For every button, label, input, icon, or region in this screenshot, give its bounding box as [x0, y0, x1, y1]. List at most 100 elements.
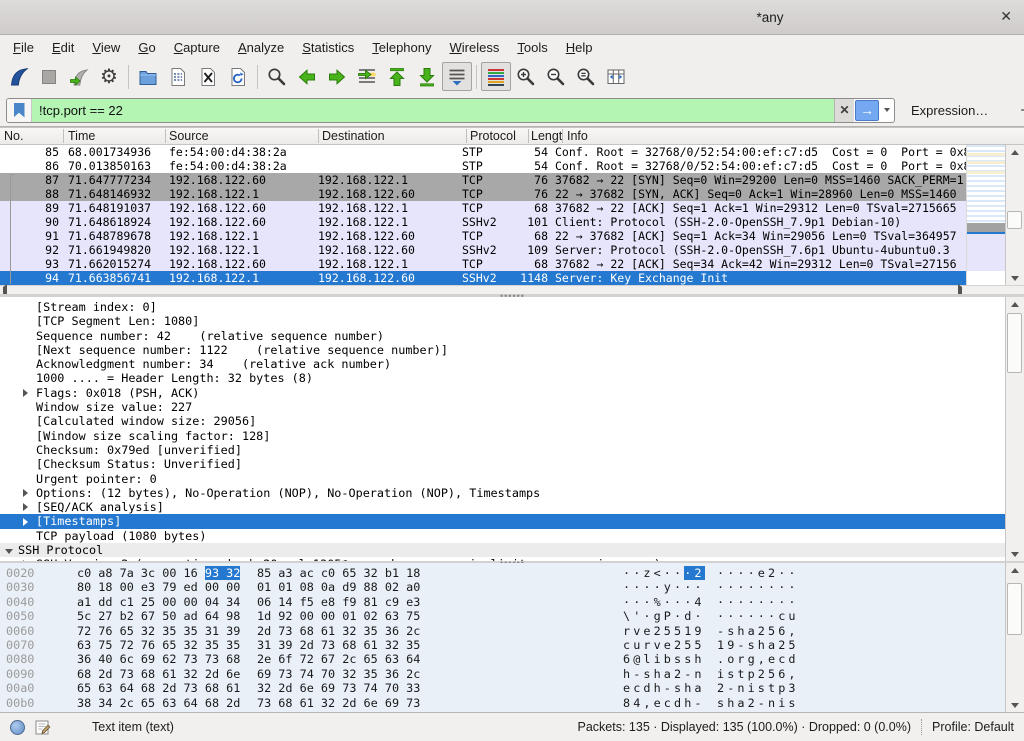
zoom-out-icon[interactable]	[541, 62, 571, 91]
detail-line[interactable]: [SEQ/ACK analysis]	[0, 500, 1007, 514]
scrollbar-thumb[interactable]	[1007, 313, 1022, 373]
hex-row-0050[interactable]: 00505c 27 b2 67 50 ad 64 981d 92 00 00 0…	[0, 609, 1024, 623]
close-file-icon[interactable]	[193, 62, 223, 91]
capture-options-icon[interactable]: ⚙	[94, 62, 124, 91]
column-header-info[interactable]: Info	[567, 129, 588, 143]
clear-filter-icon[interactable]: ✕	[834, 99, 854, 122]
collapsed-arrow-icon[interactable]	[23, 500, 36, 514]
bytes-scrollbar[interactable]	[1005, 563, 1024, 712]
menu-telephony[interactable]: Telephony	[363, 37, 440, 58]
hex-row-0090[interactable]: 009068 2d 73 68 61 32 2d 6e69 73 74 70 3…	[0, 667, 1024, 681]
hex-row-00b0[interactable]: 00b038 34 2c 65 63 64 68 2d73 68 61 32 2…	[0, 696, 1024, 710]
hex-row-00a0[interactable]: 00a065 63 64 68 2d 73 68 6132 2d 6e 69 7…	[0, 681, 1024, 695]
column-divider[interactable]	[562, 129, 563, 143]
menu-help[interactable]: Help	[557, 37, 602, 58]
column-header-no[interactable]: No.	[4, 129, 23, 143]
detail-line[interactable]: Window size value: 227	[0, 400, 1007, 414]
detail-line[interactable]: Acknowledgment number: 34 (relative ack …	[0, 357, 1007, 371]
scroll-up-icon[interactable]	[1006, 297, 1024, 311]
packet-row-87[interactable]: 8771.647777234192.168.122.60192.168.122.…	[0, 173, 966, 187]
go-to-packet-icon[interactable]	[352, 62, 382, 91]
scroll-up-icon[interactable]	[1006, 563, 1024, 577]
stop-capture-icon[interactable]	[34, 62, 64, 91]
previous-packet-icon[interactable]	[292, 62, 322, 91]
hex-row-0020[interactable]: 0020c0 a8 7a 3c 00 16 93 3285 a3 ac c0 6…	[0, 566, 1024, 580]
detail-line[interactable]: [TCP Segment Len: 1080]	[0, 314, 1007, 328]
collapsed-arrow-icon[interactable]	[23, 514, 36, 528]
detail-line[interactable]: SSH Protocol	[0, 543, 1007, 557]
detail-line[interactable]: [Checksum Status: Unverified]	[0, 457, 1007, 471]
detail-line[interactable]: [Next sequence number: 1122 (relative se…	[0, 343, 1007, 357]
column-divider[interactable]	[165, 129, 166, 143]
packet-row-91[interactable]: 9171.648789678192.168.122.1192.168.122.6…	[0, 229, 966, 243]
detail-line[interactable]: [Stream index: 0]	[0, 300, 1007, 314]
add-filter-button[interactable]: +	[1014, 102, 1024, 119]
apply-filter-icon[interactable]: →	[855, 100, 879, 121]
zoom-in-icon[interactable]	[511, 62, 541, 91]
column-divider[interactable]	[528, 129, 529, 143]
start-capture-icon[interactable]	[4, 62, 34, 91]
packet-row-92[interactable]: 9271.661949820192.168.122.1192.168.122.6…	[0, 243, 966, 257]
filter-history-dropdown[interactable]	[880, 99, 894, 122]
expanded-arrow-icon[interactable]	[5, 543, 18, 557]
detail-line[interactable]: Sequence number: 42 (relative sequence n…	[0, 329, 1007, 343]
last-packet-icon[interactable]	[412, 62, 442, 91]
detail-line[interactable]: Checksum: 0x79ed [unverified]	[0, 443, 1007, 457]
hex-row-0030[interactable]: 003080 18 00 e3 79 ed 00 0001 01 08 0a d…	[0, 580, 1024, 594]
packet-row-88[interactable]: 8871.648146932192.168.122.1192.168.122.6…	[0, 187, 966, 201]
column-header-source[interactable]: Source	[169, 129, 209, 143]
details-scrollbar[interactable]	[1005, 297, 1024, 561]
scrollbar-thumb[interactable]	[1007, 211, 1022, 229]
menu-view[interactable]: View	[83, 37, 129, 58]
hex-row-0040[interactable]: 0040a1 dd c1 25 00 00 04 3406 14 f5 e8 f…	[0, 595, 1024, 609]
column-header-protocol[interactable]: Protocol	[470, 129, 516, 143]
reload-file-icon[interactable]	[223, 62, 253, 91]
packet-row-94[interactable]: 9471.663856741192.168.122.1192.168.122.6…	[0, 271, 966, 285]
detail-line[interactable]: Flags: 0x018 (PSH, ACK)	[0, 386, 1007, 400]
scroll-down-icon[interactable]	[1006, 698, 1024, 712]
detail-line[interactable]: 1000 .... = Header Length: 32 bytes (8)	[0, 371, 1007, 385]
packet-list-header[interactable]: No.TimeSourceDestinationProtocolLengthIn…	[0, 127, 1024, 145]
open-file-icon[interactable]	[133, 62, 163, 91]
scrollbar-thumb[interactable]	[1007, 583, 1022, 635]
title-bar[interactable]: *any ✕	[0, 0, 1024, 35]
capture-comment-icon[interactable]	[35, 719, 52, 736]
auto-scroll-icon[interactable]	[442, 62, 472, 91]
detail-line[interactable]: Urgent pointer: 0	[0, 472, 1007, 486]
profile-status[interactable]: Profile: Default	[932, 720, 1014, 734]
detail-line[interactable]: [Window size scaling factor: 128]	[0, 429, 1007, 443]
column-divider[interactable]	[318, 129, 319, 143]
colorize-icon[interactable]	[481, 62, 511, 91]
scroll-down-icon[interactable]	[1006, 547, 1024, 561]
close-window-icon[interactable]: ✕	[1000, 8, 1012, 25]
scroll-up-icon[interactable]	[1006, 145, 1024, 159]
menu-tools[interactable]: Tools	[508, 37, 556, 58]
resize-columns-icon[interactable]	[601, 62, 631, 91]
first-packet-icon[interactable]	[382, 62, 412, 91]
menu-analyze[interactable]: Analyze	[229, 37, 293, 58]
detail-line[interactable]: [Calculated window size: 29056]	[0, 414, 1007, 428]
column-divider[interactable]	[466, 129, 467, 143]
find-packet-icon[interactable]	[262, 62, 292, 91]
intelligent-scrollbar-minimap[interactable]	[966, 145, 1005, 285]
collapsed-arrow-icon[interactable]	[23, 386, 36, 400]
menu-file[interactable]: File	[4, 37, 43, 58]
expert-info-icon[interactable]	[10, 720, 25, 735]
hex-row-0080[interactable]: 008036 40 6c 69 62 73 73 682e 6f 72 67 2…	[0, 652, 1024, 666]
column-divider[interactable]	[63, 129, 64, 143]
packet-row-90[interactable]: 9071.648618924192.168.122.60192.168.122.…	[0, 215, 966, 229]
detail-line[interactable]: Options: (12 bytes), No-Operation (NOP),…	[0, 486, 1007, 500]
menu-statistics[interactable]: Statistics	[293, 37, 363, 58]
menu-capture[interactable]: Capture	[165, 37, 229, 58]
packet-row-85[interactable]: 8568.001734936fe:54:00:d4:38:2aSTP54Conf…	[0, 145, 966, 159]
detail-line[interactable]: TCP payload (1080 bytes)	[0, 529, 1007, 543]
menu-go[interactable]: Go	[129, 37, 164, 58]
zoom-original-icon[interactable]	[571, 62, 601, 91]
packet-row-89[interactable]: 8971.648191037192.168.122.60192.168.122.…	[0, 201, 966, 215]
restart-capture-icon[interactable]	[64, 62, 94, 91]
collapsed-arrow-icon[interactable]	[23, 486, 36, 500]
column-header-destination[interactable]: Destination	[322, 129, 385, 143]
menu-edit[interactable]: Edit	[43, 37, 83, 58]
column-header-length[interactable]: Length	[531, 129, 562, 143]
menu-wireless[interactable]: Wireless	[441, 37, 509, 58]
